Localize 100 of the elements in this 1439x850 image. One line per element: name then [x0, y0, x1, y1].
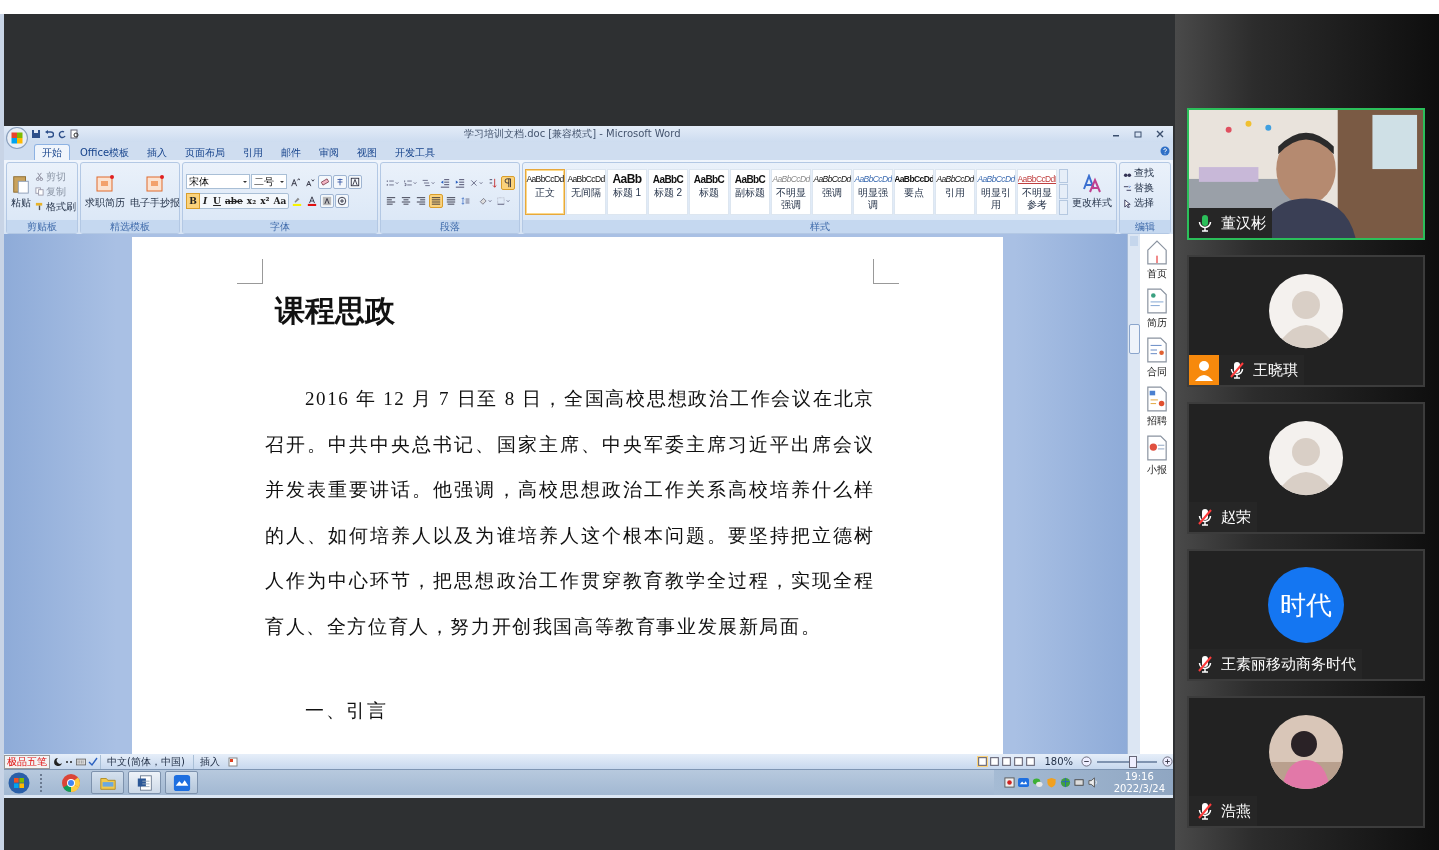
taskbar-app[interactable] [128, 771, 161, 794]
network-icon[interactable] [1073, 777, 1085, 788]
style-gallery-item[interactable]: AaBbC 副标题 [730, 168, 770, 215]
taskbar-app[interactable] [165, 771, 198, 794]
template-shortcut[interactable]: 小报 [1145, 434, 1168, 477]
editing-button[interactable]: 查找 [1123, 166, 1154, 180]
participant-tile[interactable]: 赵荣 [1187, 402, 1425, 534]
phonetic-guide-icon[interactable] [333, 174, 347, 189]
format-button[interactable]: x² [258, 194, 272, 208]
zoom-level[interactable]: 180% [1038, 756, 1079, 767]
align-icon[interactable] [429, 193, 443, 208]
template-shortcut[interactable]: 招聘 [1145, 385, 1168, 428]
participant-tile[interactable]: 董汉彬 [1187, 108, 1425, 240]
zoom-out-icon[interactable] [1081, 756, 1092, 767]
replace-icon [1123, 183, 1132, 193]
document-icon [135, 773, 154, 792]
gallery-scrollbar[interactable] [1059, 168, 1068, 215]
avatar-icon [1268, 273, 1344, 349]
participant-tile[interactable]: 王晓琪 [1187, 255, 1425, 387]
view-icon[interactable] [989, 756, 1001, 767]
style-gallery-item[interactable]: AaBbC 标题 2 [648, 168, 688, 215]
pilcrow-icon[interactable] [501, 175, 515, 190]
template-button[interactable]: 电子手抄报 [129, 173, 181, 210]
clipboard-icon [11, 173, 31, 194]
style-gallery-item[interactable]: AaBbCcDd 无间隔 [566, 168, 606, 215]
document-icon [1145, 434, 1168, 462]
globe-icon[interactable] [1059, 777, 1071, 788]
eraser-icon[interactable] [318, 174, 332, 189]
ribbon-tab[interactable]: 邮件 [273, 144, 310, 160]
font-size-field[interactable]: 二号 [251, 174, 287, 189]
close-icon[interactable] [1155, 129, 1165, 139]
character-border-icon[interactable] [348, 174, 362, 189]
style-gallery-item[interactable]: AaBbCcDd 明显强调 [853, 168, 893, 215]
style-gallery-item[interactable]: AaBbCcDd 强调 [812, 168, 852, 215]
ribbon-tab[interactable]: 审阅 [311, 144, 348, 160]
format-button[interactable]: x₂ [244, 194, 259, 208]
keyboard-icon[interactable] [76, 756, 86, 767]
zoom-slider[interactable] [1097, 755, 1157, 768]
style-gallery-item[interactable]: AaBb 标题 1 [607, 168, 647, 215]
format-button[interactable]: I [199, 194, 211, 208]
format-button[interactable]: Aa [271, 194, 289, 208]
start-button[interactable] [8, 771, 30, 794]
style-gallery-item[interactable]: AaBbCcDd 要点 [894, 168, 934, 215]
ribbon-tab[interactable]: 插入 [139, 144, 176, 160]
ribbon-tab[interactable]: 开发工具 [387, 144, 444, 160]
participant-name: 浩燕 [1221, 801, 1251, 821]
template-button[interactable]: 求职简历 [84, 173, 126, 210]
insert-mode-status[interactable]: 插入 [192, 754, 226, 769]
ime-indicator[interactable]: 极品五笔 [4, 754, 50, 769]
redo-icon[interactable] [57, 129, 67, 139]
language-status[interactable]: 中文(简体，中国) [100, 754, 191, 769]
style-gallery-item[interactable]: AaBbCcDd 明显引用 [976, 168, 1016, 215]
speaker-icon[interactable] [1087, 777, 1099, 788]
ribbon-tab[interactable]: 页面布局 [177, 144, 234, 160]
zoom-in-icon[interactable] [1162, 756, 1173, 767]
format-button[interactable]: U [211, 194, 223, 208]
style-gallery-item[interactable]: AaBbCcDdI 不明显参考 [1017, 168, 1057, 215]
change-styles-button[interactable]: 更改样式 [1070, 173, 1114, 210]
help-icon[interactable] [1160, 146, 1170, 156]
proofing-icon[interactable] [88, 756, 98, 767]
ribbon-tab[interactable]: Office模板 [72, 144, 138, 160]
window-title: 学习培训文档.doc [兼容模式] - Microsoft Word [464, 127, 681, 141]
brush-icon [35, 202, 44, 211]
save-icon[interactable] [31, 129, 41, 139]
moon-icon[interactable] [52, 756, 62, 767]
ribbon-tab[interactable]: 开始 [34, 144, 70, 160]
enclose-icon[interactable] [335, 194, 350, 208]
print-preview-icon[interactable] [70, 129, 80, 139]
template-shortcut[interactable]: 简历 [1145, 287, 1168, 330]
macro-icon[interactable] [227, 756, 238, 767]
character-shading-icon[interactable] [320, 194, 335, 208]
restore-icon[interactable] [1133, 129, 1143, 139]
vertical-scrollbar[interactable] [1127, 234, 1140, 754]
view-icon[interactable] [1013, 756, 1025, 767]
mountain-icon[interactable] [1017, 777, 1029, 788]
format-button[interactable]: abe [223, 194, 245, 208]
style-gallery-item[interactable]: AaBbCcDd 不明显强调 [771, 168, 811, 215]
paste-button[interactable]: 粘贴 [10, 173, 32, 210]
template-shortcut[interactable]: 首页 [1145, 238, 1168, 281]
group-label: 样式 [523, 220, 1116, 233]
format-button[interactable]: B [187, 194, 199, 208]
ribbon-tab[interactable]: 视图 [349, 144, 386, 160]
participant-tile[interactable]: 浩燕 [1187, 696, 1425, 828]
format-painter-button[interactable]: 格式刷 [35, 199, 76, 214]
camera-icon[interactable] [1003, 777, 1015, 788]
view-icon[interactable] [1001, 756, 1013, 767]
participant-tile[interactable]: 时代 王素丽移动商务时代 [1187, 549, 1425, 681]
template-shortcut[interactable]: 合同 [1145, 336, 1168, 379]
view-icon[interactable] [1025, 756, 1037, 767]
style-gallery-item[interactable]: AaBbCcDd 引用 [935, 168, 975, 215]
ribbon-tab[interactable]: 引用 [235, 144, 272, 160]
editing-button[interactable]: 选择 [1123, 196, 1154, 210]
browser-icon[interactable] [61, 772, 81, 793]
style-gallery-item[interactable]: AaBbCcDd 正文 [525, 168, 565, 215]
style-gallery-item[interactable]: AaBbC 标题 [689, 168, 729, 215]
font-family-field[interactable]: 宋体 [186, 174, 250, 189]
group-label: 字体 [183, 220, 377, 233]
undo-icon[interactable] [44, 129, 54, 139]
view-icon[interactable] [977, 756, 989, 767]
editing-button[interactable]: 替换 [1123, 181, 1154, 195]
